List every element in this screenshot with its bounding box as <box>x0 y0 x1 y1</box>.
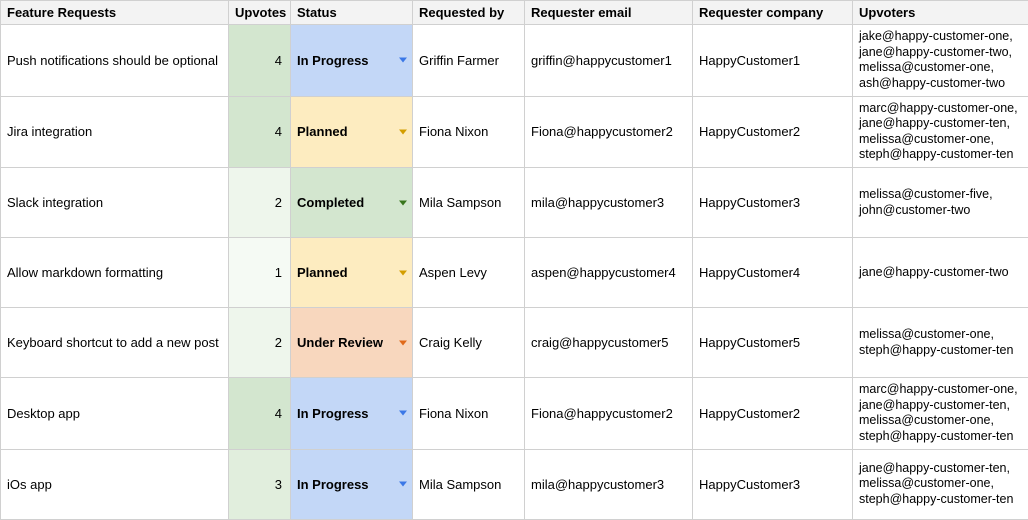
header-upvotes[interactable]: Upvotes <box>229 1 291 25</box>
status-label: In Progress <box>297 406 369 421</box>
cell-upvotes[interactable]: 4 <box>229 378 291 450</box>
header-requested-by[interactable]: Requested by <box>413 1 525 25</box>
cell-requester-email[interactable]: griffin@happycustomer1 <box>525 25 693 97</box>
cell-upvotes[interactable]: 4 <box>229 25 291 97</box>
cell-requested-by[interactable]: Fiona Nixon <box>413 96 525 168</box>
chevron-down-icon[interactable] <box>399 200 407 205</box>
cell-requester-email[interactable]: Fiona@happycustomer2 <box>525 378 693 450</box>
chevron-down-icon[interactable] <box>399 411 407 416</box>
table-row: Push notifications should be optional4 In… <box>1 25 1028 97</box>
cell-feature[interactable]: Jira integration <box>1 96 229 168</box>
cell-upvotes[interactable]: 2 <box>229 308 291 378</box>
status-label: Completed <box>297 195 364 210</box>
cell-feature[interactable]: Allow markdown formatting <box>1 238 229 308</box>
header-feature[interactable]: Feature Requests <box>1 1 229 25</box>
cell-feature[interactable]: iOs app <box>1 449 229 519</box>
cell-requester-company[interactable]: HappyCustomer2 <box>693 96 853 168</box>
cell-requested-by[interactable]: Craig Kelly <box>413 308 525 378</box>
chevron-down-icon[interactable] <box>399 129 407 134</box>
table-row: Slack integration2CompletedMila Sampsonm… <box>1 168 1028 238</box>
cell-requester-company[interactable]: HappyCustomer4 <box>693 238 853 308</box>
cell-status[interactable]: Completed <box>291 168 413 238</box>
cell-feature[interactable]: Keyboard shortcut to add a new post <box>1 308 229 378</box>
table-row: Desktop app4 In Progress Fiona NixonFiona@… <box>1 378 1028 450</box>
cell-requester-company[interactable]: HappyCustomer2 <box>693 378 853 450</box>
cell-status[interactable]: Under Review <box>291 308 413 378</box>
table-row: iOs app3 In Progress Mila Sampsonmila@happ… <box>1 449 1028 519</box>
status-label: Under Review <box>297 335 383 350</box>
cell-status[interactable]: In Progress <box>291 378 413 450</box>
table-row: Jira integration4 Planned Fiona NixonFiona… <box>1 96 1028 168</box>
cell-requester-company[interactable]: HappyCustomer1 <box>693 25 853 97</box>
header-upvoters[interactable]: Upvoters <box>853 1 1028 25</box>
status-label: Planned <box>297 124 348 139</box>
status-label: Planned <box>297 265 348 280</box>
cell-upvotes[interactable]: 2 <box>229 168 291 238</box>
chevron-down-icon[interactable] <box>399 340 407 345</box>
cell-requester-email[interactable]: aspen@happycustomer4 <box>525 238 693 308</box>
cell-upvotes[interactable]: 3 <box>229 449 291 519</box>
cell-upvoters[interactable]: jane@happy-customer-ten, melissa@custome… <box>853 449 1028 519</box>
status-label: In Progress <box>297 53 369 68</box>
cell-requested-by[interactable]: Mila Sampson <box>413 168 525 238</box>
feature-requests-table: Feature Requests Upvotes Status Requeste… <box>0 0 1028 520</box>
cell-status[interactable]: Planned <box>291 238 413 308</box>
header-requester-email[interactable]: Requester email <box>525 1 693 25</box>
cell-feature[interactable]: Push notifications should be optional <box>1 25 229 97</box>
cell-upvoters[interactable]: melissa@customer-one, steph@happy-custom… <box>853 308 1028 378</box>
cell-requester-email[interactable]: mila@happycustomer3 <box>525 168 693 238</box>
cell-requested-by[interactable]: Fiona Nixon <box>413 378 525 450</box>
chevron-down-icon[interactable] <box>399 482 407 487</box>
table-header-row: Feature Requests Upvotes Status Requeste… <box>1 1 1028 25</box>
cell-requested-by[interactable]: Mila Sampson <box>413 449 525 519</box>
table-row: Allow markdown formatting1 Planned Aspen L… <box>1 238 1028 308</box>
cell-upvoters[interactable]: jane@happy-customer-two <box>853 238 1028 308</box>
cell-requester-email[interactable]: Fiona@happycustomer2 <box>525 96 693 168</box>
header-status[interactable]: Status <box>291 1 413 25</box>
chevron-down-icon[interactable] <box>399 58 407 63</box>
cell-upvoters[interactable]: marc@happy-customer-one, jane@happy-cust… <box>853 96 1028 168</box>
cell-status[interactable]: In Progress <box>291 449 413 519</box>
cell-requester-company[interactable]: HappyCustomer5 <box>693 308 853 378</box>
cell-feature[interactable]: Desktop app <box>1 378 229 450</box>
cell-requester-email[interactable]: craig@happycustomer5 <box>525 308 693 378</box>
cell-upvotes[interactable]: 1 <box>229 238 291 308</box>
cell-requested-by[interactable]: Aspen Levy <box>413 238 525 308</box>
cell-requester-email[interactable]: mila@happycustomer3 <box>525 449 693 519</box>
cell-status[interactable]: In Progress <box>291 25 413 97</box>
status-label: In Progress <box>297 477 369 492</box>
cell-upvotes[interactable]: 4 <box>229 96 291 168</box>
cell-status[interactable]: Planned <box>291 96 413 168</box>
cell-upvoters[interactable]: melissa@customer-five, john@customer-two <box>853 168 1028 238</box>
cell-upvoters[interactable]: marc@happy-customer-one, jane@happy-cust… <box>853 378 1028 450</box>
table-row: Keyboard shortcut to add a new post2 Unde… <box>1 308 1028 378</box>
cell-upvoters[interactable]: jake@happy-customer-one, jane@happy-cust… <box>853 25 1028 97</box>
header-requester-company[interactable]: Requester company <box>693 1 853 25</box>
cell-requester-company[interactable]: HappyCustomer3 <box>693 168 853 238</box>
cell-requester-company[interactable]: HappyCustomer3 <box>693 449 853 519</box>
cell-requested-by[interactable]: Griffin Farmer <box>413 25 525 97</box>
cell-feature[interactable]: Slack integration <box>1 168 229 238</box>
chevron-down-icon[interactable] <box>399 270 407 275</box>
